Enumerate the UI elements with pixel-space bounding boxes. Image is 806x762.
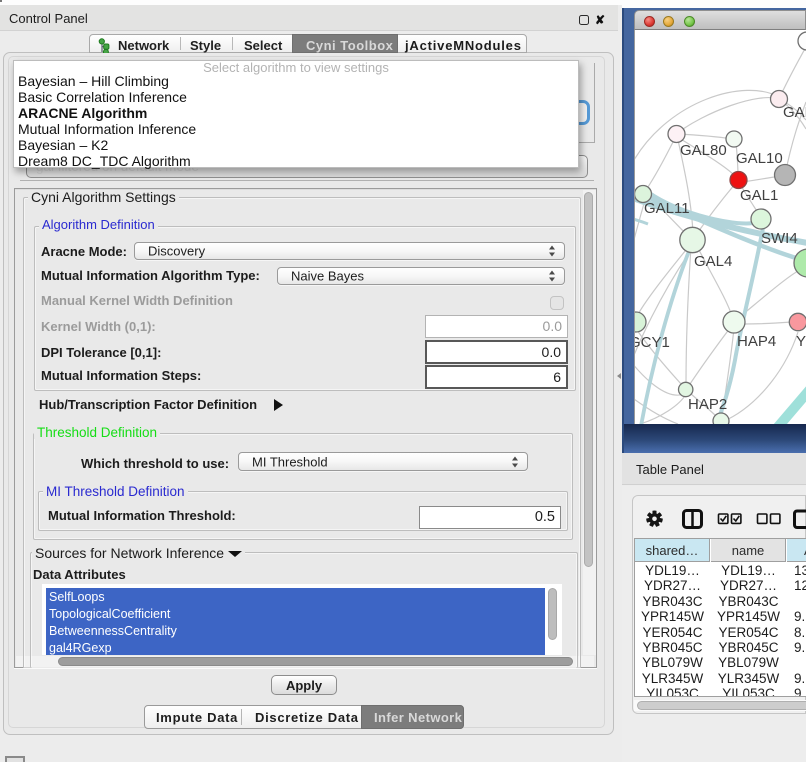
svg-text:GAL1: GAL1	[740, 187, 778, 204]
svg-text:GAL7: GAL7	[783, 104, 806, 121]
svg-text:HAP2: HAP2	[688, 396, 727, 413]
svg-text:HAP4: HAP4	[737, 333, 776, 350]
svg-text:GAL11: GAL11	[644, 200, 690, 217]
svg-text:GCY1: GCY1	[635, 334, 670, 351]
svg-text:SWI4: SWI4	[761, 230, 798, 247]
svg-text:YE: YE	[796, 333, 806, 350]
svg-text:GAL4: GAL4	[694, 253, 732, 270]
svg-text:GAL10: GAL10	[736, 150, 783, 167]
svg-text:GAL80: GAL80	[680, 142, 727, 159]
